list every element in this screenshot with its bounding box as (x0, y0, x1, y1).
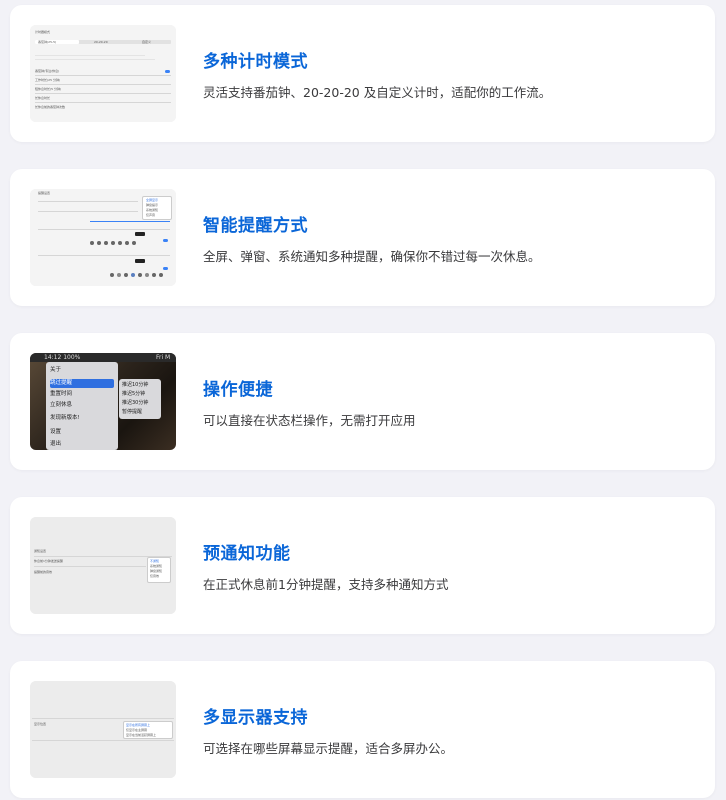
thumb-menu-item: 设置 (50, 429, 62, 435)
feature-description: 可选择在哪些屏幕显示提醒，适合多屏办公。 (203, 740, 454, 756)
thumb-row: 短休息时长(5 分钟) (35, 87, 62, 91)
thumb-menubar-right: Fri M (156, 354, 171, 361)
thumb-option: 仅声音 (146, 213, 156, 217)
thumb-option: 系统通知 (150, 564, 163, 568)
feature-description: 全屏、弹窗、系统通知多种提醒，确保你不错过每一次休息。 (203, 248, 541, 264)
thumb-segment: 番茄钟(25-5) (38, 39, 57, 44)
thumb-submenu-item: 推迟30分钟 (122, 400, 149, 406)
feature-list: 计时器模式 番茄钟(25-5) 20-20-20 自定义 番茄钟(专注/休息) … (0, 0, 726, 800)
thumb-menu-item: 立刻休息 (50, 402, 73, 408)
feature-thumbnail-timer-modes: 计时器模式 番茄钟(25-5) 20-20-20 自定义 番茄钟(专注/休息) … (30, 25, 176, 122)
feature-text: 预通知功能 在正式休息前1分钟提醒，支持多种通知方式 (203, 497, 695, 634)
thumb-menu-item: 跳过提醒 (50, 379, 114, 388)
thumb-header: 通知设置 (34, 549, 47, 553)
feature-text: 多显示器支持 可选择在哪些屏幕显示提醒，适合多屏办公。 (203, 661, 695, 798)
feature-description: 在正式休息前1分钟提醒，支持多种通知方式 (203, 576, 449, 592)
feature-thumbnail-smart-reminders: 提醒设置 全屏显示 弹窗提示 系统通知 仅声音 (30, 189, 176, 286)
feature-card-easy-operation: 14:12 100% Fri M 关于 跳过提醒 重置时间 立刻休息 发现新版本… (10, 333, 715, 470)
thumb-menu-item: 重置时间 (50, 391, 73, 397)
thumb-option: 显示在当前活跃屏幕上 (126, 733, 157, 737)
feature-title: 预通知功能 (203, 543, 291, 564)
thumb-menu-item: 退出 (50, 441, 62, 447)
feature-text: 智能提醒方式 全屏、弹窗、系统通知多种提醒，确保你不错过每一次休息。 (203, 169, 695, 306)
feature-thumbnail-pre-notification: 通知设置 休息前1分钟发送提醒 提醒前的音效 不通知 系统通知 弹窗通知 仅音效 (30, 517, 176, 614)
thumb-option: 显示在所有屏幕上 (126, 723, 151, 727)
thumb-header: 提醒设置 (38, 191, 51, 195)
thumb-option: 仅音效 (150, 574, 160, 578)
thumb-option: 系统通知 (146, 208, 159, 212)
feature-title: 多种计时模式 (203, 51, 308, 72)
feature-description: 灵活支持番茄钟、20-20-20 及自定义计时，适配你的工作流。 (203, 84, 552, 100)
feature-card-pre-notification: 通知设置 休息前1分钟发送提醒 提醒前的音效 不通知 系统通知 弹窗通知 仅音效… (10, 497, 715, 634)
thumb-segment: 自定义 (142, 39, 152, 44)
feature-text: 多种计时模式 灵活支持番茄钟、20-20-20 及自定义计时，适配你的工作流。 (203, 5, 695, 142)
feature-card-multi-display: 显示位置 显示在所有屏幕上 仅显示在主屏幕 显示在当前活跃屏幕上 多显示器支持 … (10, 661, 715, 798)
thumb-segment: 20-20-20 (94, 39, 108, 44)
thumb-row: 显示位置 (34, 722, 47, 726)
thumb-option: 不通知 (150, 559, 160, 563)
feature-title: 操作便捷 (203, 379, 273, 400)
feature-card-smart-reminders: 提醒设置 全屏显示 弹窗提示 系统通知 仅声音 智能提醒方式 全屏、弹窗、系统通… (10, 169, 715, 306)
thumb-submenu-item: 推迟5分钟 (122, 391, 146, 397)
feature-thumbnail-easy-operation: 14:12 100% Fri M 关于 跳过提醒 重置时间 立刻休息 发现新版本… (30, 353, 176, 450)
thumb-menu-item: 发现新版本! (50, 415, 80, 421)
feature-thumbnail-multi-display: 显示位置 显示在所有屏幕上 仅显示在主屏幕 显示在当前活跃屏幕上 (30, 681, 176, 778)
thumb-row: 休息前1分钟发送提醒 (34, 559, 63, 563)
thumb-row: 提醒前的音效 (34, 570, 53, 574)
feature-title: 多显示器支持 (203, 707, 308, 728)
feature-text: 操作便捷 可以直接在状态栏操作，无需打开应用 (203, 333, 695, 470)
thumb-option: 弹窗通知 (150, 569, 163, 573)
thumb-row: 长休息前的番茄钟次数 (35, 105, 66, 109)
thumb-submenu-item: 推迟10分钟 (122, 382, 149, 388)
thumb-menu-item: 关于 (50, 367, 62, 373)
thumb-row: 番茄钟(专注/休息) (35, 69, 60, 73)
feature-description: 可以直接在状态栏操作，无需打开应用 (203, 412, 416, 428)
thumb-submenu-item: 暂停提醒 (122, 409, 143, 415)
feature-card-timer-modes: 计时器模式 番茄钟(25-5) 20-20-20 自定义 番茄钟(专注/休息) … (10, 5, 715, 142)
thumb-option: 全屏显示 (146, 198, 159, 202)
thumb-menubar-status: 14:12 100% (44, 354, 81, 361)
thumb-header: 计时器模式 (35, 30, 51, 34)
thumb-row: 长休息时长 (35, 96, 51, 100)
feature-title: 智能提醒方式 (203, 215, 308, 236)
thumb-row: 工作时长(25 分钟) (35, 78, 61, 82)
thumb-option: 弹窗提示 (146, 203, 159, 207)
thumb-option: 仅显示在主屏幕 (126, 728, 148, 732)
